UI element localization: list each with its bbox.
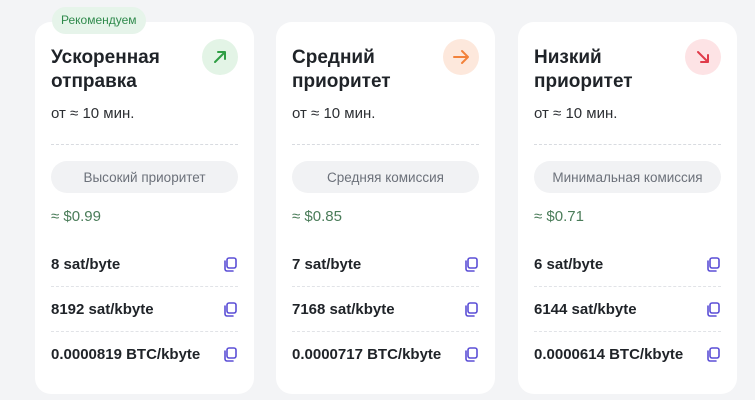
fee-value: 7 sat/byte [292,255,362,273]
arrow-right-icon [443,39,479,75]
divider [292,144,479,145]
fee-value: 8 sat/byte [51,255,121,273]
card-title: Средний приоритет [292,47,391,92]
fee-row: 8192 sat/kbyte [51,286,238,331]
fee-row: 7168 sat/kbyte [292,286,479,331]
copy-icon[interactable] [705,346,721,362]
fee-value: 7168 sat/kbyte [292,300,395,318]
eta-text: от ≈ 10 мин. [534,105,618,122]
copy-icon[interactable] [463,301,479,317]
fee-card-low[interactable]: Низкий приоритет от ≈ 10 мин. Минимальна… [518,22,737,394]
fee-card-fast[interactable]: Ускоренная отправка от ≈ 10 мин. Высокий… [35,22,254,394]
arrow-down-right-icon [685,39,721,75]
copy-icon[interactable] [705,301,721,317]
fee-value: 6144 sat/kbyte [534,300,637,318]
copy-icon[interactable] [463,256,479,272]
usd-estimate: ≈ $0.71 [534,208,584,225]
fee-value: 8192 sat/kbyte [51,300,154,318]
fee-value: 6 sat/byte [534,255,604,273]
priority-pill: Высокий приоритет [51,161,238,193]
fee-value: 0.0000614 BTC/kbyte [534,345,684,363]
usd-estimate: ≈ $0.99 [51,208,101,225]
arrow-up-right-icon [202,39,238,75]
copy-icon[interactable] [463,346,479,362]
divider [534,144,721,145]
eta-text: от ≈ 10 мин. [51,105,135,122]
usd-estimate: ≈ $0.85 [292,208,342,225]
fee-row: 6 sat/byte [534,242,721,286]
card-title: Ускоренная отправка [51,47,160,92]
copy-icon[interactable] [222,301,238,317]
copy-icon[interactable] [705,256,721,272]
fee-row: 0.0000614 BTC/kbyte [534,331,721,376]
fee-value: 0.0000819 BTC/kbyte [51,345,201,363]
copy-icon[interactable] [222,256,238,272]
fee-card-medium[interactable]: Средний приоритет от ≈ 10 мин. Средняя к… [276,22,495,394]
card-title: Низкий приоритет [534,47,633,92]
priority-pill: Средняя комиссия [292,161,479,193]
fee-row: 0.0000819 BTC/kbyte [51,331,238,376]
fee-value: 0.0000717 BTC/kbyte [292,345,442,363]
copy-icon[interactable] [222,346,238,362]
fee-row: 0.0000717 BTC/kbyte [292,331,479,376]
eta-text: от ≈ 10 мин. [292,105,376,122]
recommended-badge: Рекомендуем [52,7,146,34]
divider [51,144,238,145]
fee-row: 8 sat/byte [51,242,238,286]
fee-row: 7 sat/byte [292,242,479,286]
priority-pill: Минимальная комиссия [534,161,721,193]
fee-row: 6144 sat/kbyte [534,286,721,331]
